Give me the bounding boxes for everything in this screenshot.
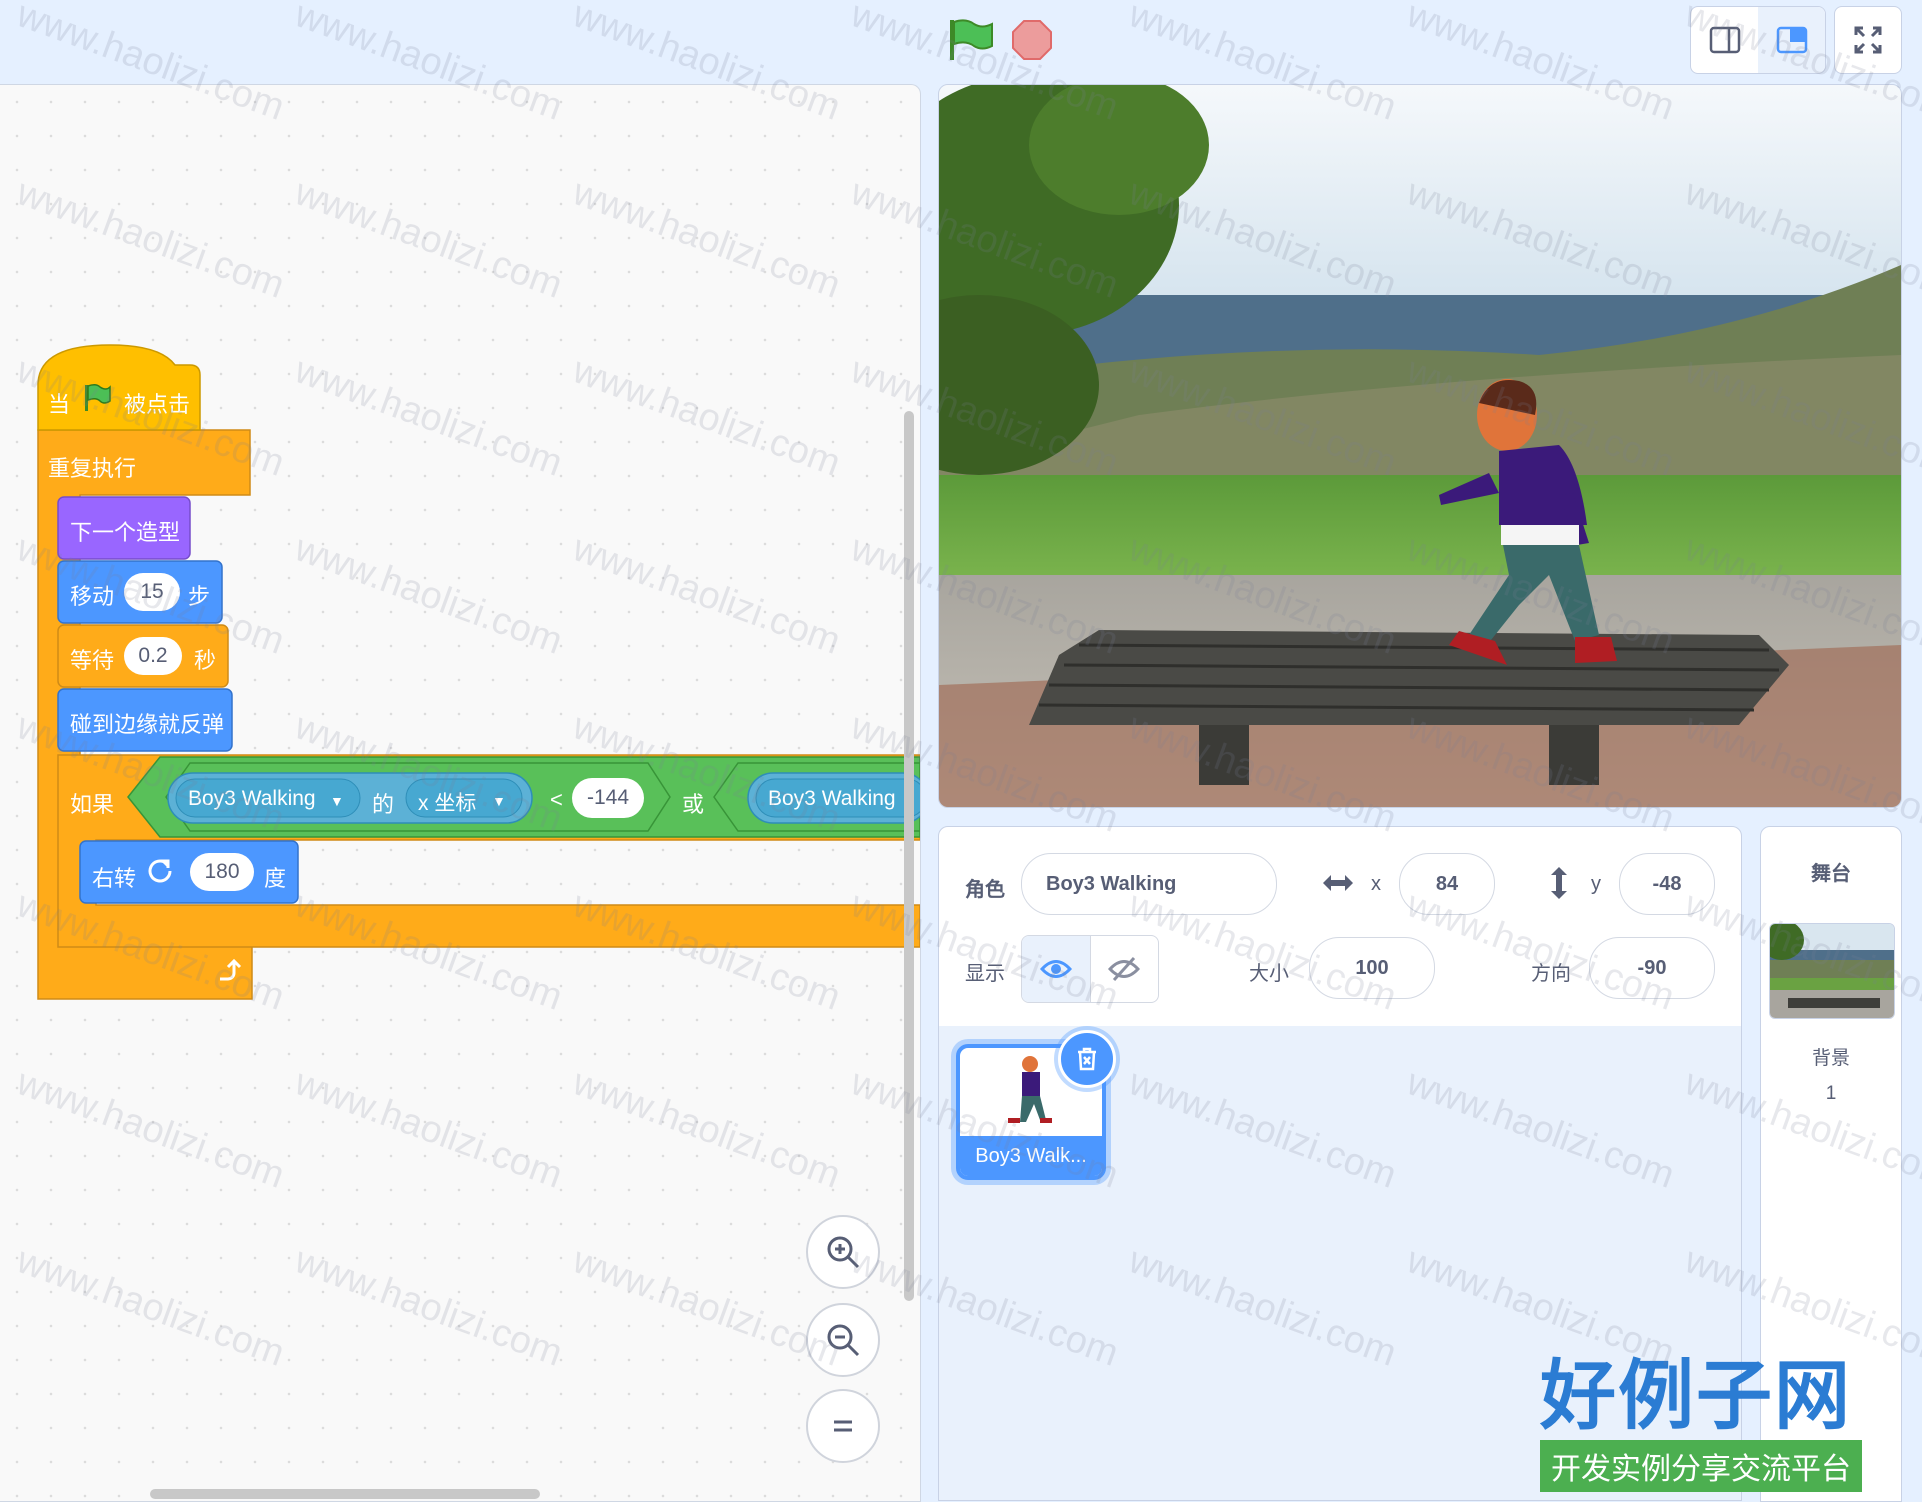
code-area[interactable]: 当 被点击 重复执行 下一个造型 移动 15 步 等待 0.2 秒 碰到边缘就反… [0, 84, 921, 1502]
green-flag-icon [82, 383, 112, 418]
sprite-label: 角色 [965, 879, 1005, 901]
move-label[interactable]: 移动 [70, 579, 114, 611]
delete-sprite-icon[interactable] [1058, 1030, 1116, 1088]
sensing-sprite-dropdown-2[interactable]: Boy3 Walking [768, 787, 896, 811]
wait-seconds-input[interactable]: 0.2 [124, 637, 182, 675]
turn-right-label[interactable]: 右转 [92, 861, 136, 893]
rotate-right-icon [146, 857, 176, 892]
small-stage-icon[interactable] [1691, 7, 1758, 73]
next-costume-block[interactable]: 下一个造型 [70, 515, 180, 547]
stage-mode-group [1690, 6, 1826, 74]
fullscreen-icon[interactable] [1834, 6, 1902, 74]
show-label: 显示 [965, 963, 1005, 985]
backdrop-count: 1 [1825, 1083, 1837, 1104]
stage-panel-title: 舞台 [1811, 863, 1851, 885]
if-label[interactable]: 如果 [70, 787, 114, 819]
zoom-reset-icon[interactable] [806, 1389, 880, 1463]
turn-unit-label: 度 [264, 866, 287, 891]
stage-backdrop-image [939, 85, 1901, 807]
dropdown-arrow-icon: ▼ [330, 793, 344, 809]
direction-label: 方向 [1531, 963, 1571, 985]
dropdown-arrow-icon: ▼ [492, 793, 506, 809]
sprite-name-input[interactable]: Boy3 Walking [1021, 853, 1277, 915]
less-than-operator: < [550, 787, 563, 812]
zoom-in-icon[interactable] [806, 1215, 880, 1289]
direction-input[interactable]: -90 [1589, 937, 1715, 999]
green-flag-icon[interactable] [946, 18, 994, 62]
zoom-out-icon[interactable] [806, 1303, 880, 1377]
y-label: y [1591, 873, 1601, 895]
boy-sprite-thumbnail [1008, 1056, 1052, 1123]
sprite-thumbnail-name: Boy3 Walk... [960, 1136, 1102, 1176]
wait-unit-label: 秒 [194, 648, 217, 673]
sensing-sprite-dropdown[interactable]: Boy3 Walking [188, 787, 316, 811]
x-coordinate-input[interactable]: 84 [1399, 853, 1495, 915]
x-label: x [1371, 873, 1381, 895]
y-coordinate-input[interactable]: -48 [1619, 853, 1715, 915]
haolizi-logo: 好例子网 开发实例分享交流平台 [1540, 1358, 1870, 1492]
size-label: 大小 [1249, 963, 1289, 985]
move-unit-label: 步 [188, 584, 211, 609]
sensing-attribute-dropdown[interactable]: x 坐标 [418, 787, 476, 817]
stage[interactable] [938, 84, 1902, 808]
wait-label[interactable]: 等待 [70, 643, 114, 675]
bounce-on-edge-block[interactable]: 碰到边缘就反弹 [70, 707, 224, 739]
compare-value-input[interactable]: -144 [572, 778, 644, 818]
backdrop-label: 背景 [1811, 1048, 1850, 1069]
loop-arrow-icon [214, 957, 242, 990]
hat-clicked-label: 被点击 [124, 392, 191, 417]
hide-eye-icon[interactable] [1089, 936, 1159, 1002]
code-scrollbar-vertical[interactable] [904, 411, 914, 1301]
of-label: 的 [372, 792, 395, 817]
visibility-toggle [1021, 935, 1159, 1003]
normal-stage-icon[interactable] [1758, 7, 1825, 73]
sprite-info-panel: 角色 Boy3 Walking x 84 y -48 显示 大小 100 方向 … [938, 826, 1742, 1028]
code-scrollbar-horizontal[interactable] [150, 1489, 540, 1499]
forever-label[interactable]: 重复执行 [48, 451, 136, 483]
move-steps-input[interactable]: 15 [124, 573, 180, 611]
brand-site: 好例子网 [1540, 1351, 1852, 1440]
brand-tagline: 开发实例分享交流平台 [1540, 1440, 1862, 1492]
or-label: 或 [682, 792, 705, 817]
y-arrows-icon [1547, 865, 1571, 906]
show-eye-icon[interactable] [1022, 936, 1090, 1002]
size-input[interactable]: 100 [1309, 937, 1435, 999]
backdrop-thumbnail[interactable] [1769, 923, 1895, 1019]
x-arrows-icon [1321, 871, 1355, 900]
stop-icon[interactable] [1012, 20, 1052, 60]
turn-degrees-input[interactable]: 180 [190, 853, 254, 891]
hat-when-label: 当 [48, 392, 71, 417]
